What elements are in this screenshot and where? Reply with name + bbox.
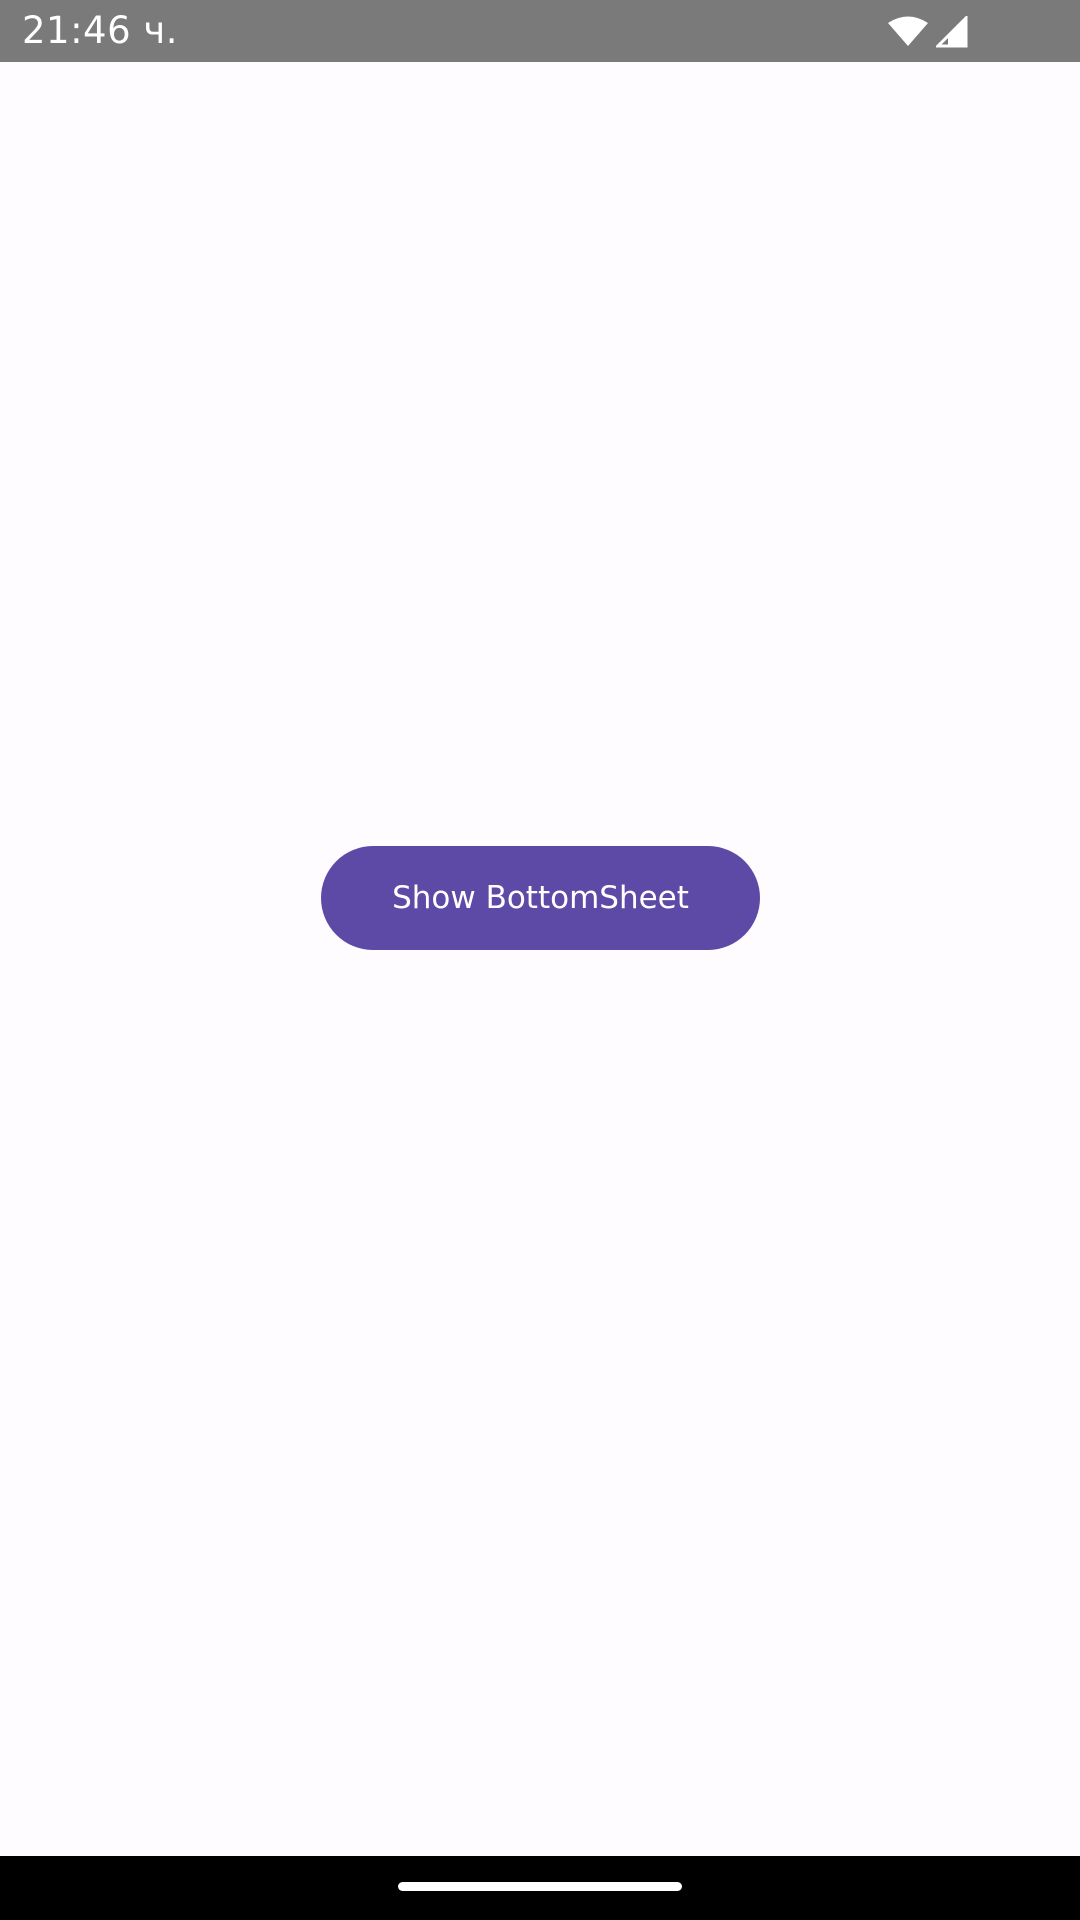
status-time: 21:46 ч.: [22, 9, 179, 52]
navigation-bar: [0, 1856, 1080, 1920]
status-bar: 21:46 ч.: [0, 0, 1080, 62]
home-gesture-handle[interactable]: [398, 1882, 682, 1891]
app-screen: 21:46 ч. Show BottomSheet: [0, 0, 1080, 1920]
cellular-signal-icon: [936, 16, 968, 48]
wifi-icon: [888, 16, 928, 48]
status-icons: [888, 14, 968, 50]
show-bottomsheet-button[interactable]: Show BottomSheet: [321, 846, 760, 950]
main-content: [0, 62, 1080, 1856]
